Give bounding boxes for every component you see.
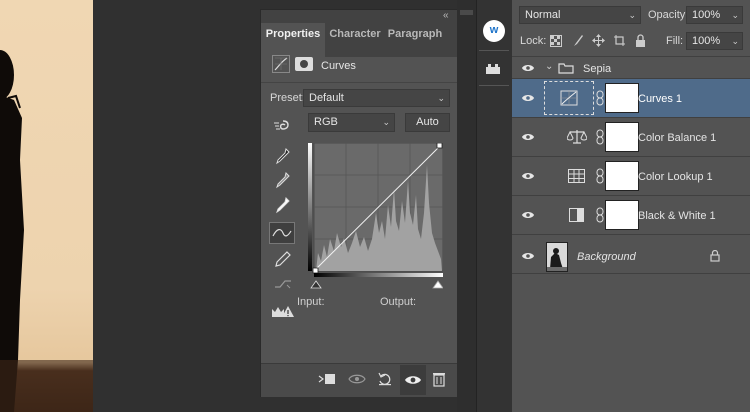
layer-mask-thumbnail[interactable] — [605, 200, 639, 230]
chevron-down-icon: ⌄ — [437, 93, 445, 103]
collapsed-panel-strip: w — [476, 0, 514, 412]
visibility-eye-icon[interactable] — [521, 62, 535, 74]
fill-input[interactable]: 100% ⌄ — [686, 32, 743, 50]
adjustment-title: Curves — [321, 60, 356, 72]
canvas-photo[interactable] — [0, 0, 93, 412]
background-thumbnail[interactable] — [546, 242, 568, 272]
lock-artboard-icon[interactable] — [613, 34, 626, 47]
folder-icon — [558, 62, 574, 74]
channel-value: RGB — [314, 116, 338, 128]
panel-header-bar[interactable]: « ✕ — [261, 10, 473, 23]
smooth-curve-icon[interactable] — [273, 276, 293, 292]
auto-button[interactable]: Auto — [405, 113, 450, 132]
visibility-eye-icon[interactable] — [521, 170, 535, 182]
visibility-eye-icon[interactable] — [521, 209, 535, 221]
visibility-eye-icon[interactable] — [521, 131, 535, 143]
toggle-visibility-button[interactable] — [400, 365, 426, 395]
opacity-value: 100% — [692, 9, 721, 21]
layer-name: Color Balance 1 — [638, 132, 717, 144]
fill-label: Fill: — [666, 35, 684, 47]
trash-icon[interactable] — [432, 371, 446, 387]
blend-mode-value: Normal — [525, 9, 561, 21]
libraries-icon[interactable] — [485, 63, 501, 75]
layer-row-black-white[interactable]: Black & White 1 — [512, 196, 750, 235]
eye-icon — [405, 376, 421, 384]
link-chain-icon[interactable] — [596, 90, 604, 106]
curves-icon — [560, 90, 578, 106]
tab-properties[interactable]: Properties — [261, 23, 325, 57]
chevron-down-icon: ⌄ — [731, 36, 739, 46]
group-name: Sepia — [583, 63, 612, 75]
curves-graph[interactable] — [308, 142, 444, 290]
chevron-down-icon: ⌄ — [628, 10, 636, 20]
lock-all-icon[interactable] — [635, 34, 646, 47]
tab-character[interactable]: Character — [325, 23, 385, 57]
clip-to-layer-icon[interactable] — [318, 372, 336, 386]
balance-scale-icon — [566, 129, 588, 145]
gray-point-eyedropper-icon[interactable] — [275, 171, 291, 189]
layer-row-background[interactable]: Background — [512, 235, 750, 274]
tab-paragraph[interactable]: Paragraph — [385, 23, 445, 57]
layer-row-curves[interactable]: Curves 1 — [512, 79, 750, 118]
layer-mask-thumbnail[interactable] — [605, 161, 639, 191]
layer-group-row[interactable]: ⌄ Sepia — [512, 57, 750, 79]
pencil-icon[interactable] — [275, 250, 291, 268]
layer-name: Curves 1 — [638, 93, 683, 105]
link-chain-icon[interactable] — [596, 129, 604, 145]
fill-value: 100% — [692, 35, 721, 47]
visibility-eye-icon[interactable] — [521, 250, 535, 262]
view-previous-state-icon[interactable] — [348, 372, 366, 386]
output-label: Output: — [380, 296, 417, 308]
tab-bar: Properties Character Paragraph ≡ — [261, 23, 473, 57]
channel-dropdown[interactable]: RGB ⌄ — [308, 113, 395, 132]
layers-panel: Normal ⌄ Opacity: 100% ⌄ Lock: Fill: 100… — [512, 0, 750, 412]
chevron-down-icon: ⌄ — [731, 10, 739, 20]
word-plugin-icon[interactable]: w — [483, 20, 505, 42]
collapse-icon[interactable]: « — [443, 10, 449, 21]
blend-mode-dropdown[interactable]: Normal ⌄ — [519, 6, 641, 24]
layer-mask-icon[interactable] — [295, 57, 313, 71]
panel-gutter — [457, 0, 477, 412]
chevron-down-icon: ⌄ — [382, 117, 390, 127]
adjustment-thumbnail[interactable] — [544, 81, 594, 115]
black-white-icon — [569, 208, 584, 222]
curves-adjustment-icon — [272, 55, 290, 73]
preset-value: Default — [309, 92, 344, 104]
link-chain-icon[interactable] — [596, 168, 604, 184]
preset-label: Preset: — [270, 92, 305, 104]
divider — [261, 82, 473, 83]
input-label: Input: — [297, 296, 325, 308]
lock-transparent-pixels-icon[interactable] — [550, 35, 562, 47]
expand-chevron-icon[interactable]: ⌄ — [545, 61, 553, 72]
layer-row-color-lookup[interactable]: Color Lookup 1 — [512, 157, 750, 196]
lock-position-icon[interactable] — [592, 34, 605, 47]
opacity-label: Opacity: — [648, 9, 689, 21]
layer-mask-thumbnail[interactable] — [605, 122, 639, 152]
silhouette-figure — [0, 50, 93, 412]
targeted-adjustment-icon[interactable] — [273, 118, 293, 132]
clipping-warning-icon[interactable] — [271, 303, 295, 319]
grid-table-icon — [568, 169, 585, 183]
layer-name: Black & White 1 — [638, 210, 716, 222]
link-chain-icon[interactable] — [596, 207, 604, 223]
layer-name: Color Lookup 1 — [638, 171, 713, 183]
preset-dropdown[interactable]: Default ⌄ — [303, 89, 450, 107]
layer-row-color-balance[interactable]: Color Balance 1 — [512, 118, 750, 157]
visibility-eye-icon[interactable] — [521, 92, 535, 104]
reset-icon[interactable] — [377, 371, 393, 387]
properties-footer — [261, 363, 473, 397]
layer-name: Background — [577, 251, 636, 263]
lock-image-pixels-icon[interactable] — [572, 34, 584, 47]
opacity-input[interactable]: 100% ⌄ — [686, 6, 743, 24]
edit-points-curve-icon[interactable] — [269, 222, 295, 244]
layer-mask-thumbnail[interactable] — [605, 83, 639, 113]
lock-icon — [710, 249, 720, 262]
black-point-eyedropper-icon[interactable] — [275, 147, 291, 165]
lock-label: Lock: — [520, 35, 547, 47]
properties-panel: « ✕ Properties Character Paragraph ≡ Cur… — [260, 9, 474, 397]
white-point-eyedropper-icon[interactable] — [275, 196, 291, 214]
